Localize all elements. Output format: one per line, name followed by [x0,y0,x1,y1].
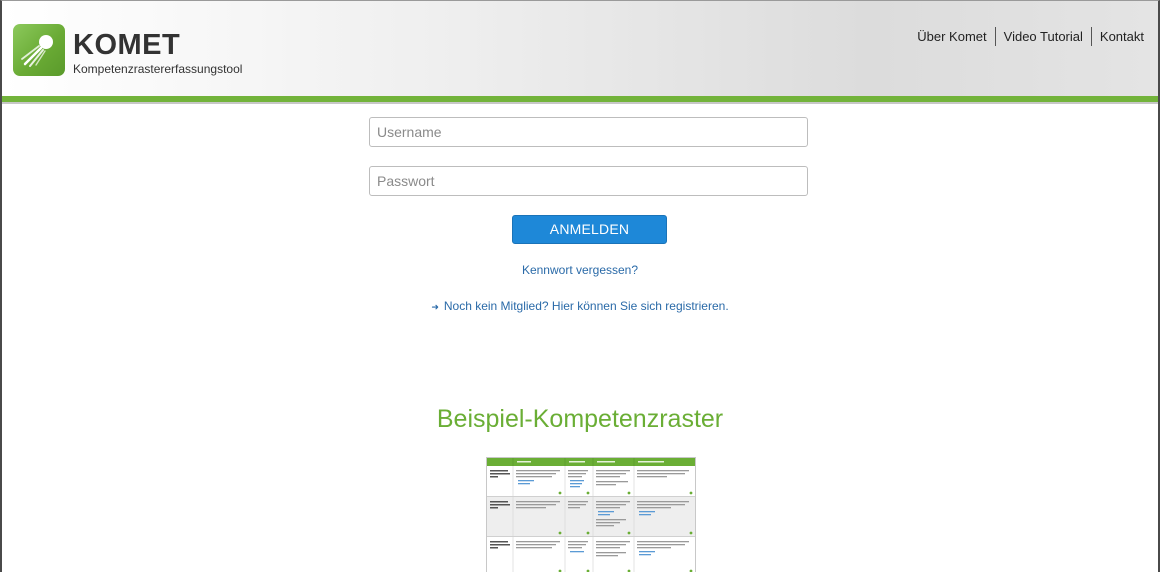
brand-subtitle: Kompetenzrastererfassungstool [73,62,243,76]
page-frame: KOMET Kompetenzrastererfassungstool Über… [0,0,1160,572]
nav-link-video-tutorial[interactable]: Video Tutorial [996,28,1091,46]
comet-icon [21,35,53,67]
nav-link-contact[interactable]: Kontakt [1092,28,1144,46]
forgot-password-link[interactable]: Kennwort vergessen? [522,263,638,277]
brand-title: KOMET [73,29,181,61]
example-grid-thumbnail[interactable] [486,457,696,572]
forgot-password-row: Kennwort vergessen? [2,263,1158,277]
arrow-right-icon: ➜ [431,302,439,312]
header-divider [2,102,1158,104]
register-row: ➜ Noch kein Mitglied? Hier können Sie sic… [2,299,1158,313]
competence-grid-preview [487,458,695,572]
username-input[interactable] [369,117,808,147]
login-button[interactable]: ANMELDEN [512,215,667,244]
logo[interactable] [13,24,65,76]
top-navigation: Über Komet Video Tutorial Kontakt [909,27,1144,46]
site-header: KOMET Kompetenzrastererfassungstool Über… [2,1,1158,96]
nav-link-about[interactable]: Über Komet [909,28,994,46]
register-link[interactable]: Noch kein Mitglied? Hier können Sie sich… [444,299,729,313]
example-section-title: Beispiel-Kompetenzraster [436,405,724,433]
password-input[interactable] [369,166,808,196]
